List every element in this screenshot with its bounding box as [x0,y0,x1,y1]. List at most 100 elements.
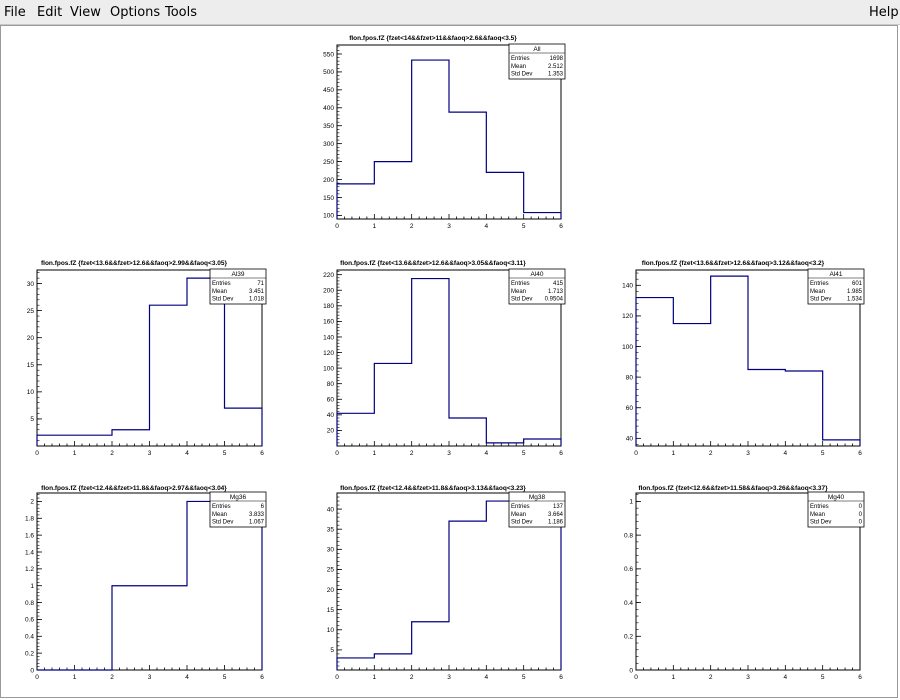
stats-name: Mg40 [828,494,845,501]
x-tick-label: 1 [672,450,676,457]
y-tick-label: 350 [323,123,334,130]
x-tick-label: 0 [335,223,339,230]
y-tick-label: 550 [323,51,334,58]
x-tick-label: 3 [447,223,451,230]
y-tick-label: 1 [30,583,34,590]
x-tick-label: 6 [260,674,264,681]
y-tick-label: 20 [327,587,335,594]
plot-title: fIon.fpos.fZ {fzet<13.6&&fzet>12.6&&faoq… [340,260,526,267]
stats-std-dev-label: Std Dev [212,520,233,526]
stats-mean-label: Mean [511,512,526,518]
stats-name: Mg38 [529,494,546,501]
y-tick-label: 300 [323,141,334,148]
y-tick-label: 5 [30,416,34,423]
y-tick-label: 120 [622,313,633,320]
stats-entries-label: Entries [212,504,231,510]
x-tick-label: 6 [858,674,862,681]
y-tick-label: 5 [330,647,334,654]
x-tick-label: 4 [485,223,489,230]
stats-entries-value: 137 [553,504,564,510]
x-tick-label: 6 [559,450,563,457]
y-tick-label: 60 [327,397,335,404]
stats-std-dev-label: Std Dev [810,297,831,303]
stats-mean-label: Mean [511,64,526,70]
x-tick-label: 1 [73,674,77,681]
stats-name: Al39 [231,271,244,278]
y-tick-label: 15 [27,362,35,369]
x-tick-label: 5 [223,674,227,681]
x-tick-label: 0 [634,450,638,457]
y-tick-label: 1 [629,499,633,506]
stats-entries-label: Entries [511,281,530,287]
stats-entries-label: Entries [511,56,530,62]
y-tick-label: 1.6 [25,532,34,539]
x-tick-label: 3 [447,674,451,681]
y-tick-label: 1.2 [25,566,34,573]
stats-std-dev-value: 1.186 [548,520,564,526]
stats-std-dev-value: 1.534 [847,297,863,303]
x-tick-label: 1 [672,674,676,681]
plot-title: fIon.fpos.fZ {fzet<13.6&&fzet>12.6&&faoq… [642,260,825,267]
x-tick-label: 0 [35,450,39,457]
y-tick-label: 0.8 [624,532,633,539]
y-tick-label: 10 [327,627,335,634]
y-tick-label: 35 [327,527,335,534]
stats-entries-value: 601 [852,281,863,287]
y-tick-label: 450 [323,87,334,94]
y-tick-label: 1.8 [25,516,34,523]
x-tick-label: 1 [373,674,377,681]
y-tick-label: 100 [622,344,633,351]
x-tick-label: 1 [373,223,377,230]
stats-std-dev-label: Std Dev [511,297,532,303]
stats-std-dev-label: Std Dev [212,297,233,303]
y-tick-label: 200 [323,288,334,295]
y-tick-label: 2 [30,499,34,506]
y-tick-label: 220 [323,272,334,279]
y-tick-label: 0.4 [624,600,633,607]
y-tick-label: 500 [323,69,334,76]
x-tick-label: 5 [522,674,526,681]
stats-mean-label: Mean [810,512,825,518]
stats-mean-value: 3.451 [249,289,265,295]
x-tick-label: 4 [784,674,788,681]
plot-title: fIon.fpos.fZ {fzet<12.6&&fzet>11.58&&fao… [638,485,828,492]
stats-name: Al40 [530,271,543,278]
x-tick-label: 6 [260,450,264,457]
y-tick-label: 30 [327,547,335,554]
stats-mean-label: Mean [511,289,526,295]
y-tick-label: 20 [327,428,335,435]
x-tick-label: 5 [522,450,526,457]
y-tick-label: 100 [323,365,334,372]
y-tick-label: 100 [323,213,334,220]
x-tick-label: 0 [335,450,339,457]
y-tick-label: 0.2 [624,634,633,641]
x-tick-label: 2 [709,674,713,681]
y-tick-label: 200 [323,177,334,184]
stats-mean-value: 2.512 [548,64,564,70]
y-tick-label: 0.2 [25,650,34,657]
stats-mean-label: Mean [212,289,227,295]
stats-std-dev-value: 1.018 [249,297,265,303]
y-tick-label: 20 [27,335,35,342]
x-tick-label: 3 [447,450,451,457]
stats-entries-value: 1698 [550,56,564,62]
stats-mean-value: 3.664 [548,512,564,518]
x-tick-label: 3 [746,450,750,457]
x-tick-label: 3 [148,450,152,457]
y-tick-label: 120 [323,350,334,357]
x-tick-label: 5 [821,450,825,457]
x-tick-label: 2 [410,674,414,681]
y-tick-label: 40 [327,506,335,513]
y-tick-label: 25 [27,308,35,315]
histogram-grid: fIon.fpos.fZ {fzet<14&&fzet>11&&faoq>2.6… [25,35,865,681]
y-tick-label: 160 [323,319,334,326]
x-tick-label: 4 [185,674,189,681]
x-tick-label: 2 [709,450,713,457]
stats-mean-value: 3.833 [249,512,265,518]
stats-entries-label: Entries [511,504,530,510]
stats-name: Mg36 [230,494,247,501]
y-tick-label: 0.4 [25,634,34,641]
x-tick-label: 5 [821,674,825,681]
histogram-line [336,59,562,219]
y-tick-label: 40 [327,412,335,419]
